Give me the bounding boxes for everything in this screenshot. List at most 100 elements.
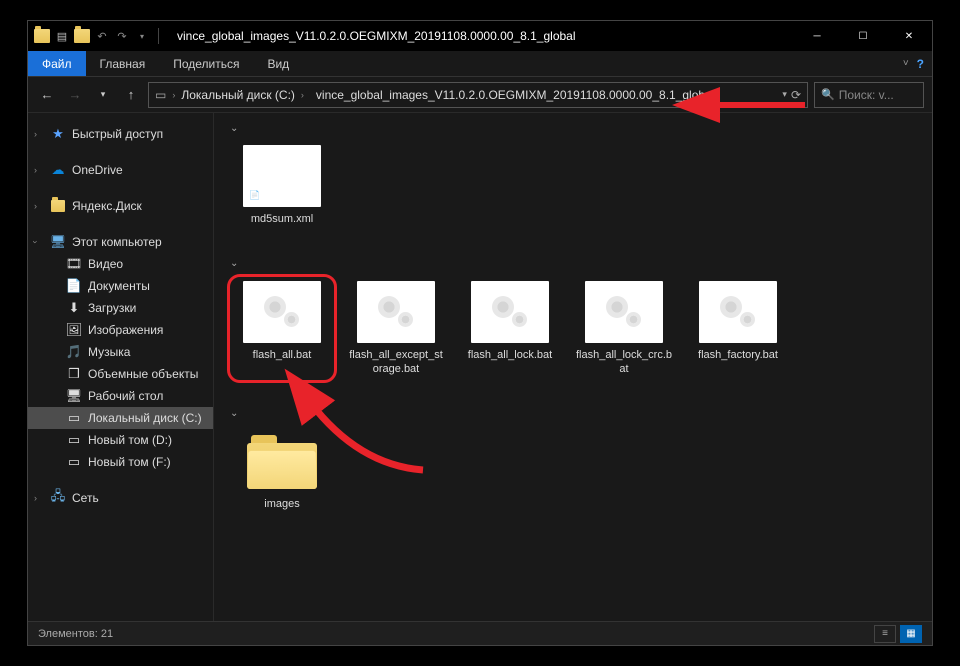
- sidebar-item-pictures[interactable]: 🖼Изображения: [28, 319, 213, 341]
- chevron-right-icon[interactable]: ›: [34, 201, 37, 211]
- recent-dropdown[interactable]: ▾: [92, 84, 114, 106]
- sidebar-item-onedrive[interactable]: › ☁ OneDrive: [28, 159, 213, 181]
- drive-icon: ▭: [155, 88, 166, 102]
- sidebar-item-3dobjects[interactable]: ❒ Объемные объекты: [28, 363, 213, 385]
- chevron-down-icon: ⌄: [230, 258, 238, 269]
- sidebar-label: Этот компьютер: [72, 235, 162, 249]
- view-icons-button[interactable]: ▦: [900, 625, 922, 643]
- sidebar-item-music[interactable]: 🎵Музыка: [28, 341, 213, 363]
- navigation-bar: ← → ▾ ↑ ▭ › Локальный диск (C:) › vince_…: [28, 77, 932, 113]
- bat-thumbnail: [699, 281, 777, 343]
- sidebar-item-network[interactable]: › 🖧 Сеть: [28, 487, 213, 509]
- up-button[interactable]: ↑: [120, 84, 142, 106]
- undo-icon[interactable]: ↶: [94, 28, 110, 44]
- file-item-folder[interactable]: images: [234, 430, 330, 512]
- sidebar-item-documents[interactable]: 📄 Документы: [28, 275, 213, 297]
- sidebar-label: Объемные объекты: [88, 367, 198, 381]
- sidebar-label: Рабочий стол: [88, 389, 163, 403]
- window-controls: ─ ☐ ✕: [794, 21, 932, 51]
- file-item-bat[interactable]: flash_factory.bat: [690, 281, 786, 377]
- pc-icon: 🖥: [50, 234, 66, 250]
- file-item-bat[interactable]: flash_all_lock.bat: [462, 281, 558, 377]
- search-input[interactable]: 🔍 Поиск: v...: [814, 82, 924, 108]
- group-toggle[interactable]: ⌄: [228, 119, 918, 137]
- chevron-right-icon[interactable]: ›: [172, 90, 175, 100]
- address-dropdown-icon[interactable]: ▾: [782, 89, 787, 100]
- document-icon: 📄: [66, 278, 82, 294]
- chevron-right-icon[interactable]: ›: [301, 90, 304, 100]
- titlebar[interactable]: ▤ ↶ ↷ ▾ vince_global_images_V11.0.2.0.OE…: [28, 21, 932, 51]
- chevron-right-icon[interactable]: ›: [34, 165, 37, 175]
- ribbon-expand-icon[interactable]: ˅: [903, 58, 909, 69]
- drive-icon: ▭: [66, 432, 82, 448]
- sidebar-label: Локальный диск (C:): [88, 411, 202, 425]
- sidebar-item-drive-f[interactable]: ▭Новый том (F:): [28, 451, 213, 473]
- window-title: vince_global_images_V11.0.2.0.OEGMIXM_20…: [169, 29, 794, 43]
- sidebar-label: Сеть: [72, 491, 99, 505]
- back-button[interactable]: ←: [36, 84, 58, 106]
- minimize-button[interactable]: ─: [794, 21, 840, 51]
- cube-icon: ❒: [66, 366, 82, 382]
- folder-icon: [34, 28, 50, 44]
- forward-button[interactable]: →: [64, 84, 86, 106]
- group-toggle[interactable]: ⌄: [228, 404, 918, 422]
- file-item-bat[interactable]: flash_all_lock_crc.bat: [576, 281, 672, 377]
- properties-icon[interactable]: ▤: [54, 28, 70, 44]
- sidebar-label: OneDrive: [72, 163, 123, 177]
- sidebar-item-quickaccess[interactable]: › ★ Быстрый доступ: [28, 123, 213, 145]
- sidebar-item-yandex[interactable]: › Яндекс.Диск: [28, 195, 213, 217]
- desktop-icon: 🖥: [66, 388, 82, 404]
- navigation-pane: › ★ Быстрый доступ › ☁ OneDrive › Яндекс…: [28, 113, 214, 621]
- file-item-xml[interactable]: 📄 md5sum.xml: [234, 145, 330, 227]
- sidebar-item-videos[interactable]: 🎞Видео: [28, 253, 213, 275]
- bat-thumbnail: [471, 281, 549, 343]
- file-item-flash-all[interactable]: flash_all.bat: [234, 281, 330, 377]
- group-toggle[interactable]: ⌄: [228, 255, 918, 273]
- bat-thumbnail: [357, 281, 435, 343]
- crumb-drive[interactable]: ▭ › Локальный диск (C:) ›: [149, 83, 310, 107]
- sidebar-label: Загрузки: [88, 301, 136, 315]
- chevron-right-icon[interactable]: ›: [34, 129, 37, 139]
- chevron-down-icon[interactable]: ›: [31, 241, 41, 244]
- tab-view[interactable]: Вид: [253, 51, 303, 76]
- sidebar-label: Видео: [88, 257, 123, 271]
- file-label: flash_all_lock_crc.bat: [576, 349, 672, 377]
- view-details-button[interactable]: ≡: [874, 625, 896, 643]
- refresh-icon[interactable]: ⟳: [791, 88, 801, 102]
- address-bar[interactable]: ▭ › Локальный диск (C:) › vince_global_i…: [148, 82, 808, 108]
- tab-home[interactable]: Главная: [86, 51, 160, 76]
- bat-thumbnail: [585, 281, 663, 343]
- sidebar-item-drive-c[interactable]: ▭Локальный диск (C:): [28, 407, 213, 429]
- maximize-button[interactable]: ☐: [840, 21, 886, 51]
- crumb-folder-label: vince_global_images_V11.0.2.0.OEGMIXM_20…: [316, 88, 715, 102]
- sidebar-item-drive-d[interactable]: ▭Новый том (D:): [28, 429, 213, 451]
- xml-icon: 📄: [247, 187, 263, 203]
- explorer-window: ▤ ↶ ↷ ▾ vince_global_images_V11.0.2.0.OE…: [27, 20, 933, 646]
- sidebar-item-thispc[interactable]: › 🖥 Этот компьютер: [28, 231, 213, 253]
- status-bar: Элементов: 21 ≡ ▦: [28, 621, 932, 645]
- crumb-drive-label: Локальный диск (C:): [181, 88, 295, 102]
- search-placeholder: Поиск: v...: [839, 88, 894, 102]
- sidebar-label: Документы: [88, 279, 150, 293]
- close-button[interactable]: ✕: [886, 21, 932, 51]
- file-list[interactable]: ⌄ 📄 md5sum.xml ⌄ flash_all.bat: [214, 113, 932, 621]
- download-icon: ⬇: [66, 300, 82, 316]
- file-item-bat[interactable]: flash_all_except_storage.bat: [348, 281, 444, 377]
- folder-icon[interactable]: [74, 28, 90, 44]
- crumb-folder[interactable]: vince_global_images_V11.0.2.0.OEGMIXM_20…: [310, 83, 721, 107]
- sidebar-label: Новый том (F:): [88, 455, 171, 469]
- sidebar-item-desktop[interactable]: 🖥 Рабочий стол: [28, 385, 213, 407]
- tab-share[interactable]: Поделиться: [159, 51, 253, 76]
- bat-thumbnail: [243, 281, 321, 343]
- redo-icon[interactable]: ↷: [114, 28, 130, 44]
- file-label: md5sum.xml: [251, 213, 313, 227]
- qat-dropdown-icon[interactable]: ▾: [134, 28, 150, 44]
- tab-file[interactable]: Файл: [28, 51, 86, 76]
- chevron-right-icon[interactable]: ›: [34, 493, 37, 503]
- sidebar-item-downloads[interactable]: ⬇ Загрузки: [28, 297, 213, 319]
- star-icon: ★: [50, 126, 66, 142]
- help-icon[interactable]: ?: [917, 57, 924, 71]
- music-icon: 🎵: [66, 344, 82, 360]
- cloud-icon: ☁: [50, 162, 66, 178]
- network-icon: 🖧: [50, 490, 66, 506]
